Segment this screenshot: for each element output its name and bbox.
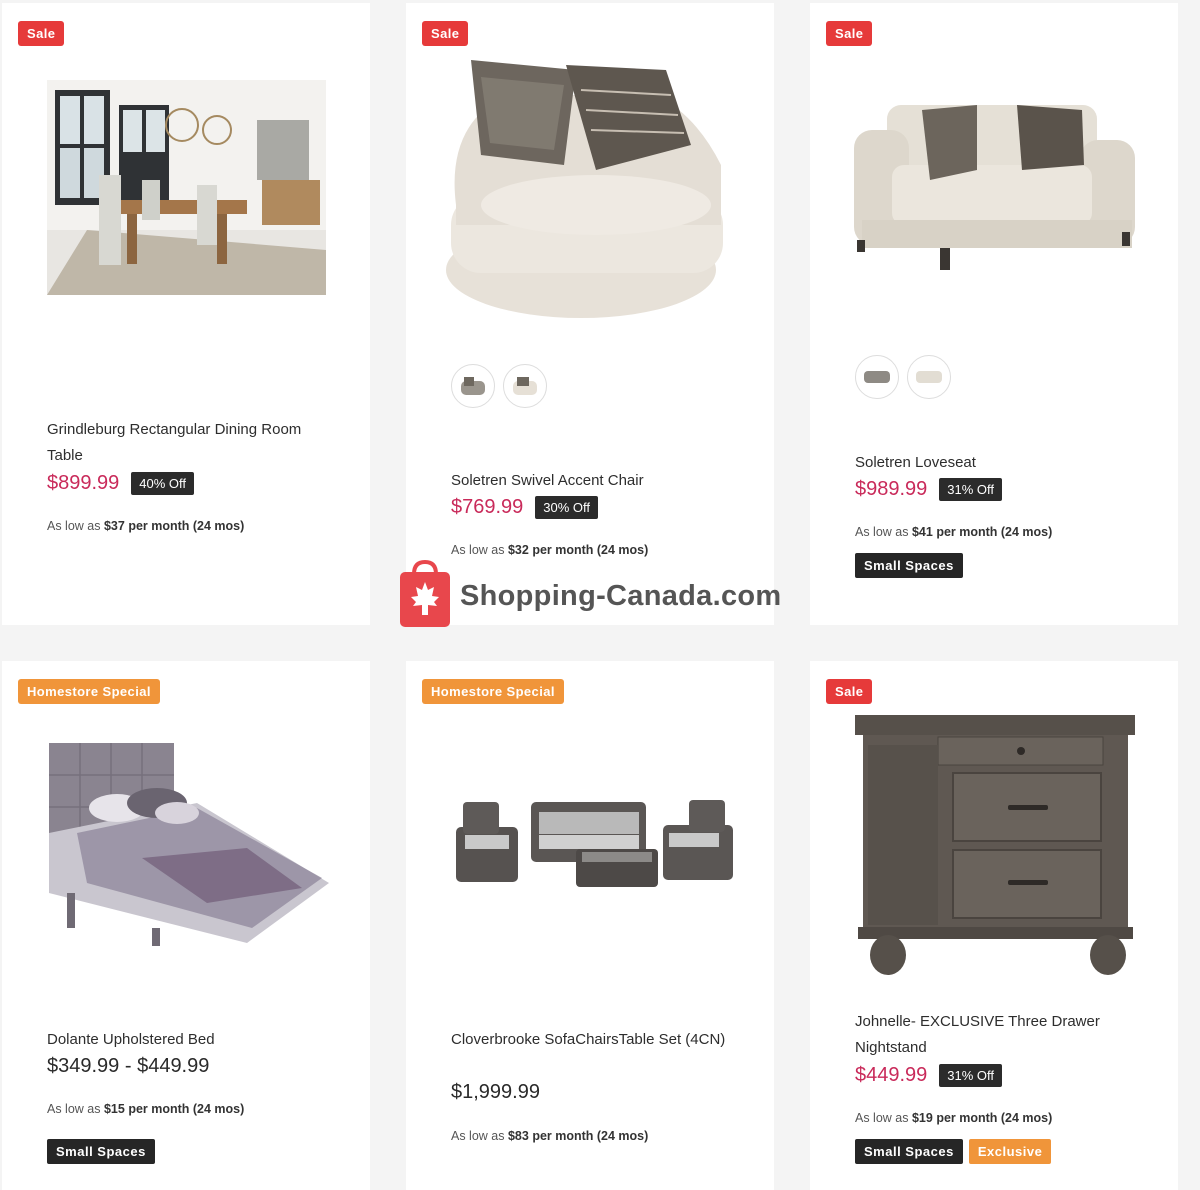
- price-row: $769.99 30% Off: [451, 496, 599, 519]
- product-price: $769.99: [451, 496, 524, 518]
- finance-text: As low as $83 per month (24 mos): [451, 1129, 648, 1143]
- small-spaces-tag[interactable]: Small Spaces: [855, 553, 963, 578]
- product-card[interactable]: Sale Soletren Swivel Accent Chair $769.9…: [406, 3, 774, 625]
- product-title[interactable]: Grindleburg Rectangular Dining Room Tabl…: [47, 417, 332, 469]
- discount-badge: 31% Off: [939, 478, 1003, 501]
- discount-badge: 31% Off: [939, 1064, 1003, 1087]
- product-title[interactable]: Cloverbrooke SofaChairsTable Set (4CN): [451, 1027, 736, 1053]
- price-row: $899.99 40% Off: [47, 472, 195, 495]
- price-row: $989.99 31% Off: [855, 478, 1003, 501]
- price-row: $349.99 - $449.99: [47, 1055, 209, 1078]
- product-card[interactable]: Sale Soletren Loveseat $989.99 31% Off A…: [810, 3, 1178, 625]
- product-image[interactable]: [47, 80, 326, 295]
- finance-prefix: As low as: [47, 1102, 101, 1116]
- finance-text: As low as $41 per month (24 mos): [855, 525, 1052, 539]
- price-row: $449.99 31% Off: [855, 1064, 1003, 1087]
- color-swatches: [451, 364, 547, 408]
- product-price: $899.99: [47, 472, 120, 494]
- small-spaces-tag[interactable]: Small Spaces: [47, 1139, 155, 1164]
- finance-amount: $32 per month (24 mos): [507, 543, 649, 557]
- product-image[interactable]: [852, 100, 1137, 275]
- sale-badge: Sale: [422, 21, 469, 46]
- swatch-chair-cream[interactable]: [503, 364, 547, 408]
- exclusive-tag[interactable]: Exclusive: [968, 1139, 1052, 1164]
- discount-badge: 40% Off: [131, 472, 195, 495]
- swatch-chair-gray[interactable]: [451, 364, 495, 408]
- product-card[interactable]: Homestore Special Cloverbrooke SofaChair…: [406, 661, 774, 1190]
- discount-badge: 30% Off: [535, 496, 599, 519]
- watermark-text: Shopping-Canada.com: [460, 580, 782, 612]
- product-price: $1,999.99: [451, 1081, 540, 1103]
- swatch-loveseat-cream[interactable]: [907, 355, 951, 399]
- sale-badge: Sale: [18, 21, 65, 46]
- sale-badge: Sale: [826, 21, 873, 46]
- product-image[interactable]: [446, 55, 736, 320]
- sale-badge: Sale: [826, 679, 873, 704]
- finance-prefix: As low as: [47, 519, 101, 533]
- finance-amount: $19 per month (24 mos): [911, 1111, 1053, 1125]
- product-card[interactable]: Sale Johnelle- EXCLUSIVE Three Drawer Ni…: [810, 661, 1178, 1190]
- product-title[interactable]: Soletren Swivel Accent Chair: [451, 468, 736, 494]
- finance-text: As low as $19 per month (24 mos): [855, 1111, 1052, 1125]
- finance-amount: $15 per month (24 mos): [103, 1102, 245, 1116]
- finance-amount: $83 per month (24 mos): [507, 1129, 649, 1143]
- color-swatches: [855, 355, 951, 399]
- shopping-bag-icon: [398, 559, 452, 633]
- tag-list: Small Spaces Exclusive: [855, 1139, 1052, 1164]
- finance-text: As low as $32 per month (24 mos): [451, 543, 648, 557]
- product-card[interactable]: Sale Grindleburg Rectangular Dining Room…: [2, 3, 370, 625]
- product-title[interactable]: Soletren Loveseat: [855, 450, 1140, 476]
- finance-amount: $41 per month (24 mos): [911, 525, 1053, 539]
- small-spaces-tag[interactable]: Small Spaces: [855, 1139, 963, 1164]
- homestore-special-badge: Homestore Special: [422, 679, 564, 704]
- product-price: $989.99: [855, 478, 928, 500]
- product-card[interactable]: Homestore Special Dolante Upholstered Be…: [2, 661, 370, 1190]
- finance-prefix: As low as: [855, 1111, 909, 1125]
- price-row: $1,999.99: [451, 1081, 540, 1104]
- finance-prefix: As low as: [451, 543, 505, 557]
- tag-list: Small Spaces: [855, 553, 963, 578]
- watermark: Shopping-Canada.com: [398, 559, 782, 633]
- product-image[interactable]: [47, 743, 329, 948]
- product-price: $449.99: [855, 1064, 928, 1086]
- homestore-special-badge: Homestore Special: [18, 679, 160, 704]
- product-price: $349.99 - $449.99: [47, 1055, 210, 1077]
- swatch-loveseat-gray[interactable]: [855, 355, 899, 399]
- tag-list: Small Spaces: [47, 1139, 155, 1164]
- product-title[interactable]: Dolante Upholstered Bed: [47, 1027, 332, 1053]
- product-title[interactable]: Johnelle- EXCLUSIVE Three Drawer Nightst…: [855, 1009, 1140, 1061]
- finance-text: As low as $37 per month (24 mos): [47, 519, 244, 533]
- product-image[interactable]: [451, 797, 733, 892]
- finance-prefix: As low as: [451, 1129, 505, 1143]
- finance-prefix: As low as: [855, 525, 909, 539]
- product-image[interactable]: [853, 715, 1138, 980]
- finance-amount: $37 per month (24 mos): [103, 519, 245, 533]
- finance-text: As low as $15 per month (24 mos): [47, 1102, 244, 1116]
